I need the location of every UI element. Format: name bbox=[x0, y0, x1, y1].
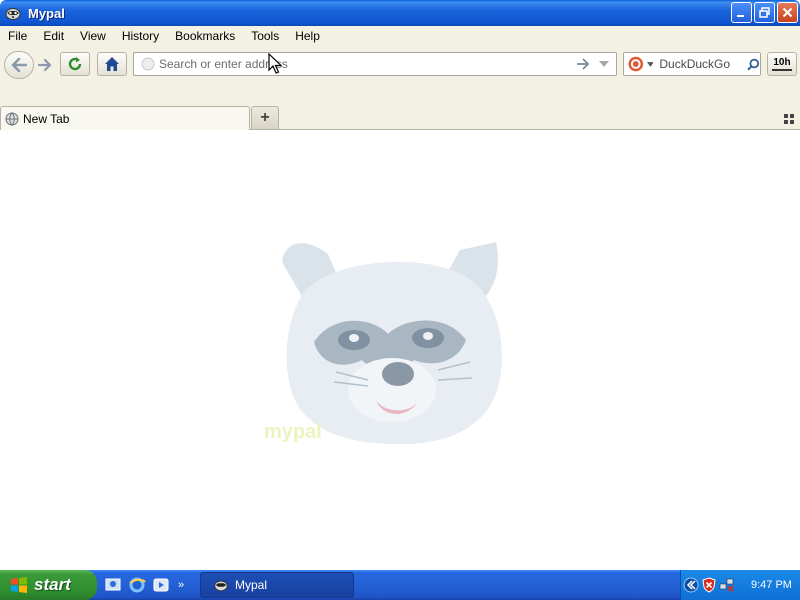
tab-label: New Tab bbox=[23, 111, 70, 126]
media-player-icon[interactable] bbox=[152, 576, 170, 594]
tab-new-tab[interactable]: New Tab bbox=[0, 106, 250, 130]
taskbar: start » Mypal 9:47 PM bbox=[0, 570, 800, 600]
back-arrow-icon bbox=[11, 58, 27, 72]
mypal-logo-text: mypal bbox=[264, 421, 322, 443]
menu-file[interactable]: File bbox=[0, 29, 35, 43]
window-title: Mypal bbox=[28, 5, 65, 21]
site-identity-icon bbox=[141, 57, 155, 71]
clock: 9:47 PM bbox=[751, 579, 792, 591]
windows-logo-icon bbox=[11, 577, 27, 593]
tab-strip: New Tab + bbox=[0, 84, 800, 130]
menu-tools[interactable]: Tools bbox=[243, 29, 287, 43]
minimize-icon bbox=[737, 15, 744, 17]
start-label: start bbox=[34, 575, 71, 594]
menu-help[interactable]: Help bbox=[287, 29, 328, 43]
tray-expand-icon[interactable] bbox=[683, 577, 699, 593]
start-button[interactable]: start bbox=[0, 570, 97, 600]
page-content[interactable]: mypal bbox=[0, 130, 800, 570]
menu-edit[interactable]: Edit bbox=[35, 29, 72, 43]
mypal-taskbar-icon bbox=[214, 580, 228, 592]
mouse-cursor-icon bbox=[268, 53, 282, 74]
reload-button[interactable] bbox=[60, 52, 90, 76]
home-icon bbox=[105, 57, 119, 71]
minimize-button[interactable] bbox=[731, 2, 752, 23]
title-bar[interactable]: Mypal bbox=[0, 0, 800, 26]
url-dropdown-icon[interactable] bbox=[598, 60, 610, 68]
plus-icon: + bbox=[260, 109, 270, 126]
close-icon bbox=[782, 7, 793, 18]
search-input[interactable] bbox=[659, 54, 744, 74]
taskbar-item-label: Mypal bbox=[235, 578, 268, 592]
forward-button[interactable] bbox=[34, 55, 56, 75]
internet-explorer-icon[interactable] bbox=[128, 576, 146, 594]
restore-button[interactable] bbox=[754, 2, 775, 23]
toolbar-extra-button[interactable]: 10h bbox=[767, 52, 797, 76]
menu-bookmarks[interactable]: Bookmarks bbox=[167, 29, 243, 43]
quick-launch-more-icon[interactable]: » bbox=[178, 579, 184, 591]
menu-history[interactable]: History bbox=[114, 29, 167, 43]
url-input[interactable] bbox=[155, 54, 576, 74]
search-icon[interactable] bbox=[747, 58, 760, 71]
menu-bar: File Edit View History Bookmarks Tools H… bbox=[0, 26, 800, 46]
navigation-toolbar: 10h bbox=[0, 46, 800, 84]
toolbar-extra-label: 10h bbox=[773, 56, 791, 68]
quick-launch: » bbox=[104, 574, 194, 596]
search-engine-dropdown-icon[interactable] bbox=[646, 61, 654, 67]
tab-list-icon[interactable] bbox=[782, 112, 796, 126]
show-desktop-icon[interactable] bbox=[104, 576, 122, 594]
home-button[interactable] bbox=[97, 52, 127, 76]
back-forward-group bbox=[4, 51, 58, 79]
mypal-app-icon bbox=[5, 8, 21, 20]
security-shield-icon[interactable] bbox=[701, 577, 717, 593]
toolbar-extra-underline bbox=[772, 68, 792, 71]
globe-icon bbox=[5, 112, 19, 126]
back-button[interactable] bbox=[4, 51, 34, 79]
mypal-raccoon-logo: mypal bbox=[264, 242, 502, 445]
menu-view[interactable]: View bbox=[72, 29, 114, 43]
duckduckgo-icon[interactable] bbox=[628, 56, 644, 72]
url-bar[interactable] bbox=[133, 52, 617, 76]
taskbar-item-mypal[interactable]: Mypal bbox=[200, 572, 354, 598]
system-tray: 9:47 PM bbox=[680, 570, 800, 600]
restore-icon bbox=[759, 7, 770, 18]
reload-icon bbox=[68, 57, 82, 71]
go-arrow-icon[interactable] bbox=[576, 58, 590, 70]
network-icon[interactable] bbox=[719, 577, 735, 593]
forward-arrow-icon bbox=[38, 59, 52, 71]
new-tab-button[interactable]: + bbox=[251, 106, 279, 129]
search-bar[interactable] bbox=[623, 52, 761, 76]
close-button[interactable] bbox=[777, 2, 798, 23]
